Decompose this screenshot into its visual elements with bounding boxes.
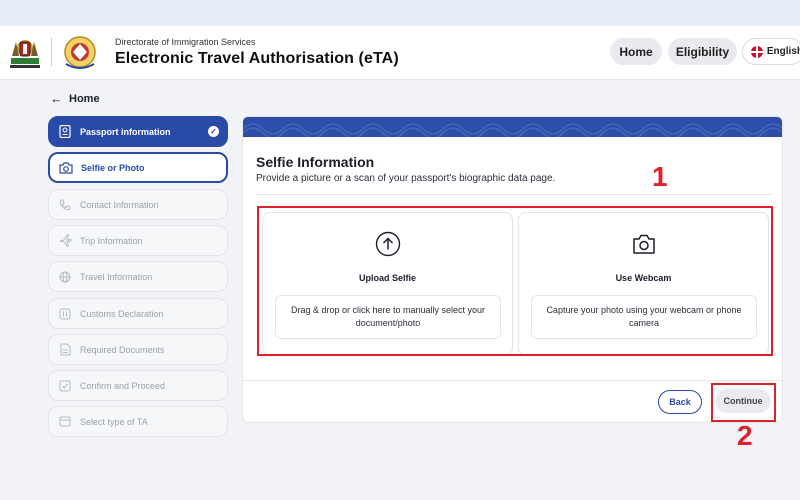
camera-icon xyxy=(59,161,73,175)
department-name: Directorate of Immigration Services xyxy=(115,37,256,47)
document-icon xyxy=(58,343,72,357)
step-label: Customs Declaration xyxy=(80,308,164,319)
step-select-type-of-ta[interactable]: Select type of TA xyxy=(48,406,228,437)
step-label: Confirm and Proceed xyxy=(80,380,166,391)
kenya-coat-of-arms-logo xyxy=(10,40,40,68)
card-footer-divider xyxy=(243,380,782,381)
arrow-left-icon: ← xyxy=(50,91,63,106)
back-home-label: Home xyxy=(69,92,100,105)
back-button[interactable]: Back xyxy=(658,390,702,414)
step-confirm-and-proceed[interactable]: Confirm and Proceed xyxy=(48,370,228,401)
annotation-box-2 xyxy=(711,383,776,422)
check-icon: ✓ xyxy=(208,126,219,137)
step-label: Trip Information xyxy=(80,235,143,246)
card-title: Selfie Information xyxy=(256,154,375,170)
annotation-box-1 xyxy=(257,206,773,356)
app-title: Electronic Travel Authorisation (eTA) xyxy=(115,50,399,67)
step-trip-information[interactable]: Trip Information xyxy=(48,225,228,256)
checkbox-icon xyxy=(58,379,72,393)
customs-icon xyxy=(58,307,72,321)
browser-top-strip xyxy=(0,0,800,26)
immigration-emblem-logo xyxy=(64,36,96,69)
step-customs-declaration[interactable]: Customs Declaration xyxy=(48,298,228,329)
card-subtitle: Provide a picture or a scan of your pass… xyxy=(256,173,556,184)
nav-eligibility-button[interactable]: Eligibility xyxy=(668,38,737,65)
phone-icon xyxy=(58,198,72,212)
step-selfie-or-photo[interactable]: Selfie or Photo xyxy=(48,152,228,183)
step-label: Passport information xyxy=(80,126,171,137)
uk-flag-icon xyxy=(751,45,763,58)
step-label: Select type of TA xyxy=(80,416,148,427)
language-selector[interactable]: English xyxy=(742,38,800,65)
back-home-link[interactable]: ← Home xyxy=(50,91,100,106)
annotation-number-1: 1 xyxy=(652,161,668,192)
step-contact-information[interactable]: Contact Information xyxy=(48,189,228,220)
logo-divider xyxy=(51,38,52,66)
decorative-banner xyxy=(243,117,782,137)
annotation-number-2: 2 xyxy=(737,420,753,451)
step-required-documents[interactable]: Required Documents xyxy=(48,334,228,365)
nav-home-button[interactable]: Home xyxy=(610,38,662,65)
step-label: Required Documents xyxy=(80,344,165,355)
globe-icon xyxy=(58,270,72,284)
site-header: Directorate of Immigration Services Elec… xyxy=(0,26,800,80)
step-passport-information[interactable]: Passport information ✓ xyxy=(48,116,228,147)
step-label: Travel Information xyxy=(80,271,153,282)
step-travel-information[interactable]: Travel Information xyxy=(48,261,228,292)
plane-icon xyxy=(58,234,72,248)
passport-icon xyxy=(58,125,72,139)
card-icon xyxy=(58,415,72,429)
step-label: Contact Information xyxy=(80,199,159,210)
step-label: Selfie or Photo xyxy=(81,162,145,173)
language-label: English xyxy=(766,46,800,57)
card-divider xyxy=(256,194,772,195)
